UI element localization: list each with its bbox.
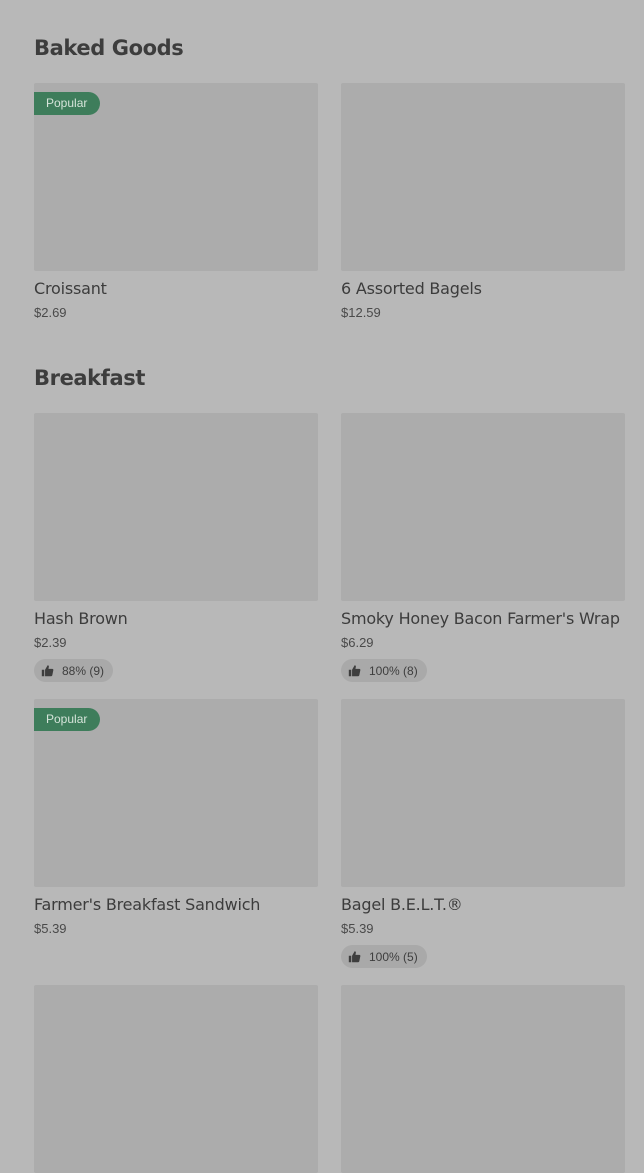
item-image[interactable] (341, 699, 625, 887)
rating-badge: 100% (5) (341, 945, 427, 968)
rating-text: 100% (8) (369, 663, 418, 678)
menu-item-card[interactable]: Hash Brown $2.39 88% (9) (34, 413, 318, 682)
item-price: $5.39 (341, 921, 374, 936)
section-title-baked-goods: Baked Goods (34, 36, 184, 60)
item-name: Hash Brown (34, 609, 128, 628)
thumbs-up-icon (41, 665, 54, 677)
item-image[interactable] (341, 83, 625, 271)
rating-badge: 100% (8) (341, 659, 427, 682)
popular-badge: Popular (34, 708, 101, 731)
item-price: $6.29 (341, 635, 374, 650)
thumbs-up-icon (348, 951, 361, 963)
rating-badge: 88% (9) (34, 659, 114, 682)
menu-item-card[interactable] (34, 985, 318, 1173)
item-image[interactable]: Popular (34, 699, 318, 887)
menu-item-card[interactable]: 6 Assorted Bagels $12.59 (341, 83, 625, 320)
item-image[interactable] (341, 413, 625, 601)
item-price: $2.39 (34, 635, 67, 650)
item-name: Smoky Honey Bacon Farmer's Wrap (341, 609, 620, 628)
item-price: $2.69 (34, 305, 67, 320)
menu-item-card[interactable]: Popular Croissant $2.69 (34, 83, 318, 320)
item-image[interactable] (34, 985, 318, 1173)
menu-item-card[interactable]: Popular Farmer's Breakfast Sandwich $5.3… (34, 699, 318, 936)
item-name: Croissant (34, 279, 107, 298)
item-name: 6 Assorted Bagels (341, 279, 482, 298)
item-image[interactable] (34, 413, 318, 601)
item-name: Bagel B.E.L.T.® (341, 895, 463, 914)
menu-item-card[interactable]: Smoky Honey Bacon Farmer's Wrap $6.29 10… (341, 413, 625, 682)
item-image[interactable] (341, 985, 625, 1173)
item-price: $5.39 (34, 921, 67, 936)
item-price: $12.59 (341, 305, 381, 320)
item-image[interactable]: Popular (34, 83, 318, 271)
popular-badge: Popular (34, 92, 101, 115)
rating-text: 100% (5) (369, 949, 418, 964)
menu-item-card[interactable]: Bagel B.E.L.T.® $5.39 100% (5) (341, 699, 625, 968)
menu-item-card[interactable] (341, 985, 625, 1173)
rating-text: 88% (9) (62, 663, 105, 678)
thumbs-up-icon (348, 665, 361, 677)
item-name: Farmer's Breakfast Sandwich (34, 895, 261, 914)
section-title-breakfast: Breakfast (34, 366, 145, 390)
